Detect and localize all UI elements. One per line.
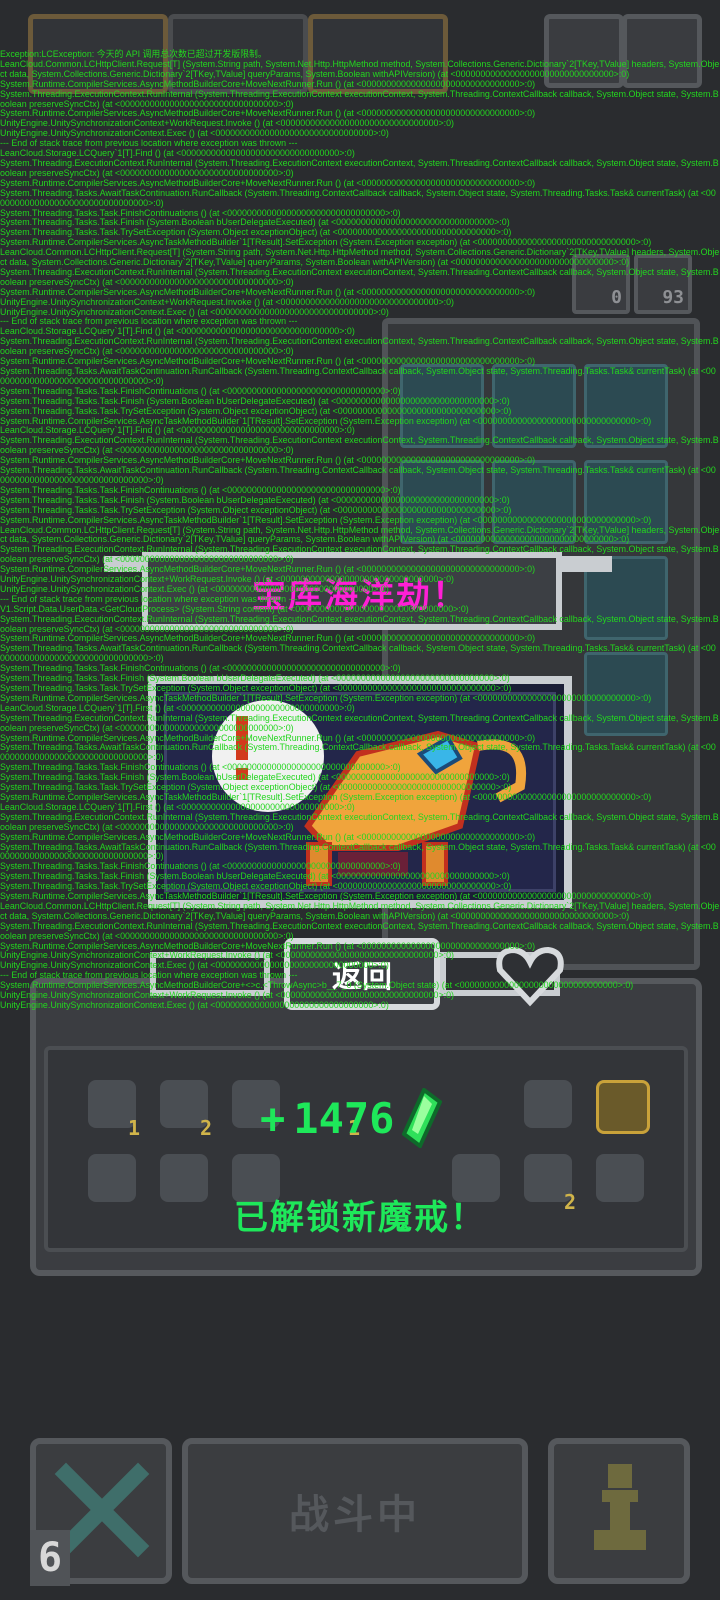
return-left-wing <box>150 952 270 996</box>
heart-badge-icon <box>496 946 564 1007</box>
log-line: System.Threading.Tasks.Task.FinishContin… <box>0 207 401 218</box>
side-stat-left: 0 <box>572 254 630 314</box>
green-gem-icon <box>402 1088 443 1148</box>
log-line: System.Runtime.CompilerServices.AsyncMet… <box>0 108 536 119</box>
reward-reveal-frame <box>148 676 572 908</box>
log-line: UnityEngine.UnitySynchronizationContext+… <box>0 118 455 129</box>
side-stat-left-value: 0 <box>611 287 622 308</box>
battle-status-label: 战斗中 <box>289 1492 421 1538</box>
log-line: System.Runtime.CompilerServices.AsyncTas… <box>0 237 652 248</box>
inventory-slot[interactable] <box>492 460 576 544</box>
inventory-slot[interactable] <box>492 364 576 448</box>
item-count: 1 <box>128 1116 141 1140</box>
settings-button[interactable] <box>622 14 702 88</box>
return-button[interactable]: 返回 <box>284 938 440 1010</box>
turn-counter: 6 <box>30 1530 70 1586</box>
side-stat-right-value: 93 <box>662 287 684 308</box>
log-line: System.Threading.Tasks.Task.Finish (Syst… <box>0 217 510 228</box>
unlock-message: 已解锁新魔戒！ <box>234 1198 486 1238</box>
golden-crab-mech-icon <box>212 700 527 886</box>
top-tab-2[interactable] <box>168 14 308 94</box>
reward-amount: 1476 <box>293 1093 395 1143</box>
log-line: System.Threading.Tasks.Task.TrySetExcept… <box>0 227 512 238</box>
inventory-slot[interactable] <box>400 364 484 448</box>
popup-title: 宝库海洋劫！ <box>252 576 468 616</box>
item-count: 2 <box>200 1116 213 1140</box>
pawn-button[interactable] <box>548 1438 690 1584</box>
log-line: System.Runtime.CompilerServices.AsyncMet… <box>0 177 536 188</box>
help-button[interactable] <box>544 14 624 88</box>
log-line: UnityEngine.UnitySynchronizationContext.… <box>0 128 389 139</box>
log-line: System.Threading.Tasks.AwaitTaskContinua… <box>0 187 716 208</box>
reward-plus: + <box>260 1093 286 1143</box>
bottom-controls: 战斗中 <box>0 1434 720 1600</box>
inventory-slot[interactable] <box>584 652 668 736</box>
inventory-slot[interactable] <box>400 460 484 544</box>
pumpkin-item-icon[interactable] <box>596 1080 650 1134</box>
battle-status-button[interactable]: 战斗中 <box>182 1438 528 1584</box>
log-line: --- End of stack trace from previous loc… <box>0 138 298 149</box>
gear-item-icon[interactable] <box>524 1080 572 1128</box>
side-stat-right: 93 <box>634 254 692 314</box>
inventory-slot[interactable] <box>584 460 668 544</box>
banner-right-wing <box>562 556 612 572</box>
log-line: System.Threading.ExecutionContext.RunInt… <box>0 157 719 178</box>
top-tab-1[interactable] <box>28 14 168 94</box>
top-bar <box>0 0 720 94</box>
log-line: LeanCloud.Storage.LCQuery`1[T].Find () (… <box>0 148 355 159</box>
reward-row: + 1476 <box>260 1088 443 1148</box>
inventory-slot[interactable] <box>584 364 668 448</box>
top-tab-3[interactable] <box>308 14 448 94</box>
pawn-icon <box>594 1464 646 1550</box>
